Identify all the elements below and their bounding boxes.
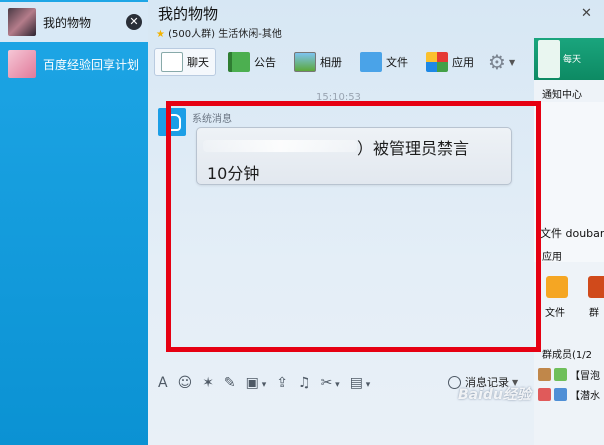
tab-label: 聊天: [187, 56, 209, 69]
app-label: 文件: [545, 308, 565, 319]
conversation-item-baidu[interactable]: 百度经验回享计划: [0, 44, 148, 84]
magic-wand-icon[interactable]: ✶: [202, 375, 214, 391]
font-icon[interactable]: A: [158, 375, 168, 391]
watermark: Baidu经验: [458, 387, 531, 403]
tab-label: 应用: [452, 56, 474, 69]
file-app-icon[interactable]: [546, 276, 568, 298]
member-name: 【潜水: [570, 390, 600, 402]
member-avatar: [538, 387, 551, 401]
tab-label: 文件: [386, 56, 408, 69]
group-member-count: (500人群): [168, 29, 216, 40]
group-app-icon[interactable]: [588, 276, 604, 298]
tab-label: 相册: [320, 56, 342, 69]
close-conversation-icon[interactable]: ✕: [126, 14, 142, 30]
conversation-item-wode-wuwu[interactable]: 我的物物 ✕: [0, 2, 148, 42]
member-avatar: [538, 367, 551, 381]
conversation-name: 我的物物: [43, 15, 92, 30]
highlight-box: [166, 101, 541, 352]
group-category: 生活休闲-其他: [218, 29, 282, 40]
tab-album[interactable]: 相册: [288, 48, 348, 76]
member-name: 【冒泡: [570, 370, 600, 382]
tab-chat[interactable]: 聊天: [154, 48, 216, 76]
tab-bar: 聊天 公告 相册 文件 应用 ⚙ ▼: [154, 46, 534, 78]
tab-label: 公告: [254, 56, 276, 69]
ad-image: [538, 40, 560, 78]
group-avatar: [8, 8, 36, 36]
group-title: 我的物物: [158, 5, 219, 23]
ad-banner[interactable]: 每天: [534, 38, 604, 80]
input-toolbar: A ☺ ✶ ✎ ▣ ⇪ ♫ ✂ ▤: [158, 372, 380, 394]
tab-announcement[interactable]: 公告: [222, 48, 282, 76]
group-subtitle: ★ (500人群) 生活休闲-其他: [156, 25, 282, 40]
member-row[interactable]: 【潜水: [538, 386, 604, 402]
members-title: 群成员(1/2: [542, 350, 592, 361]
app-label: 群: [589, 308, 599, 319]
more-icon[interactable]: ▤: [350, 375, 371, 391]
file-item[interactable]: 文件 doubar: [540, 225, 604, 241]
folder-icon: [360, 52, 382, 72]
edit-icon[interactable]: ✎: [224, 375, 236, 391]
apps-title: 应用: [542, 252, 562, 263]
upload-icon[interactable]: ⇪: [276, 375, 288, 391]
window-close-icon[interactable]: ✕: [581, 6, 592, 21]
conversation-list: 我的物物 ✕ 百度经验回享计划: [0, 0, 148, 445]
member-row[interactable]: 【冒泡: [538, 366, 604, 382]
music-icon[interactable]: ♫: [298, 375, 311, 391]
image-icon[interactable]: ▣: [246, 375, 267, 391]
tab-apps[interactable]: 应用: [420, 48, 480, 76]
emoji-icon[interactable]: ☺: [178, 375, 193, 391]
chevron-down-icon[interactable]: ▼: [509, 58, 515, 67]
photo-icon: [294, 52, 316, 72]
group-avatar: [8, 50, 36, 78]
flag-icon: [228, 52, 250, 72]
notification-center-title: 通知中心: [542, 90, 582, 101]
tab-files[interactable]: 文件: [354, 48, 414, 76]
member-badge-icon: [554, 367, 567, 381]
ad-text: 每天: [563, 55, 582, 65]
apps-icon: [426, 52, 448, 72]
gear-icon[interactable]: ⚙: [488, 50, 506, 74]
chat-icon: [161, 52, 183, 72]
scissors-icon[interactable]: ✂: [321, 375, 340, 391]
conversation-name: 百度经验回享计划: [43, 57, 140, 72]
right-panel: 每天 通知中心 文件 doubar 应用 文件 群 群成员(1/2 【冒泡 【潜…: [534, 38, 604, 445]
star-icon: ★: [156, 29, 165, 40]
member-badge-icon: [554, 387, 567, 401]
